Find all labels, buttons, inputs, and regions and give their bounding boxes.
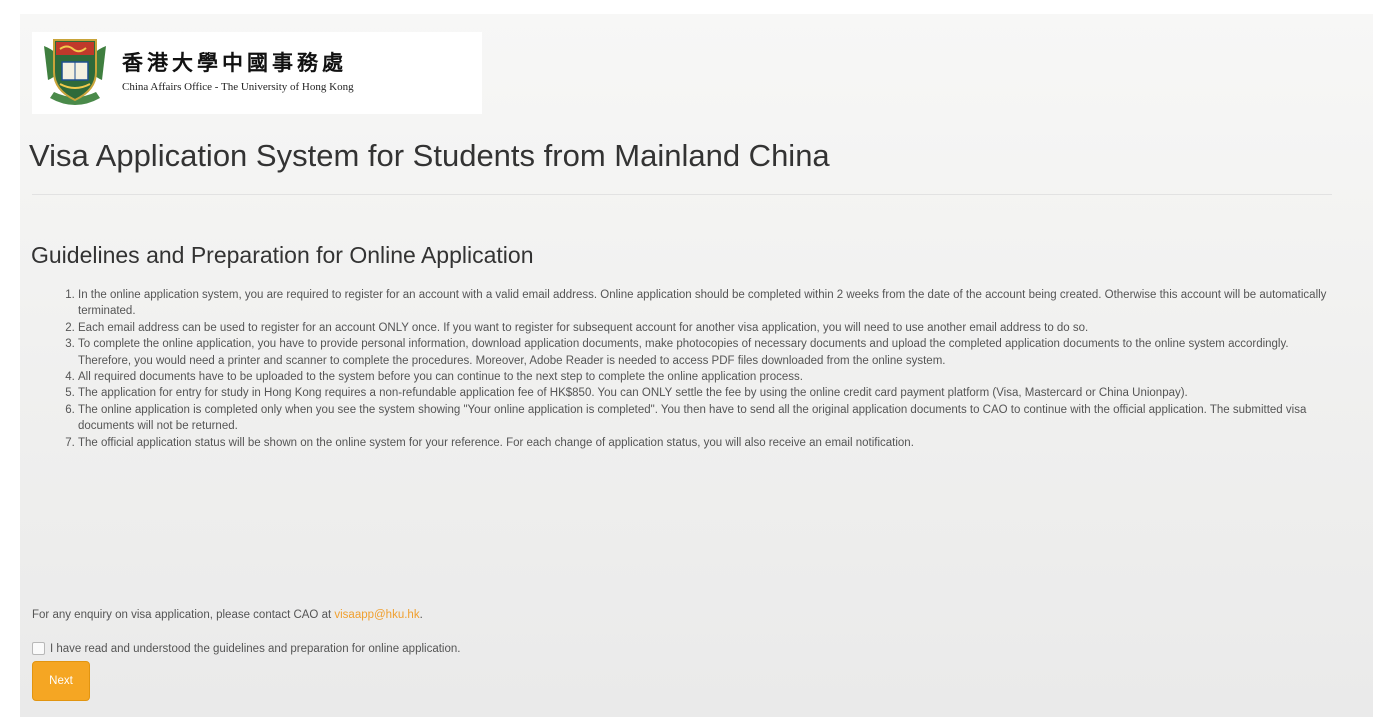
- guideline-item: The official application status will be …: [78, 435, 1336, 451]
- logo-english-text: China Affairs Office - The University of…: [122, 81, 354, 93]
- logo-chinese-text: 香港大學中國事務處: [122, 50, 347, 75]
- guideline-item: The online application is completed only…: [78, 402, 1336, 435]
- guidelines-list: In the online application system, you ar…: [36, 287, 1336, 451]
- next-button[interactable]: Next: [32, 661, 90, 701]
- enquiry-email-link[interactable]: visaapp@hku.hk: [334, 609, 419, 621]
- guideline-item: To complete the online application, you …: [78, 336, 1336, 369]
- agree-row[interactable]: I have read and understood the guideline…: [32, 642, 460, 655]
- section-heading: Guidelines and Preparation for Online Ap…: [31, 242, 534, 268]
- guideline-item: All required documents have to be upload…: [78, 369, 1336, 385]
- title-divider: [32, 194, 1332, 195]
- agree-label[interactable]: I have read and understood the guideline…: [50, 643, 460, 655]
- page-title: Visa Application System for Students fro…: [29, 138, 830, 173]
- guideline-item: In the online application system, you ar…: [78, 287, 1336, 320]
- agree-checkbox[interactable]: [32, 642, 45, 655]
- enquiry-period: .: [419, 609, 423, 621]
- enquiry-text: For any enquiry on visa application, ple…: [32, 609, 423, 621]
- hku-crest-icon: [44, 39, 106, 105]
- guideline-item: Each email address can be used to regist…: [78, 320, 1336, 336]
- enquiry-label: For any enquiry on visa application, ple…: [32, 609, 332, 621]
- page-container: 香港大學中國事務處 China Affairs Office - The Uni…: [20, 14, 1373, 717]
- guideline-item: The application for entry for study in H…: [78, 385, 1336, 401]
- hku-cao-logo: 香港大學中國事務處 China Affairs Office - The Uni…: [32, 32, 482, 114]
